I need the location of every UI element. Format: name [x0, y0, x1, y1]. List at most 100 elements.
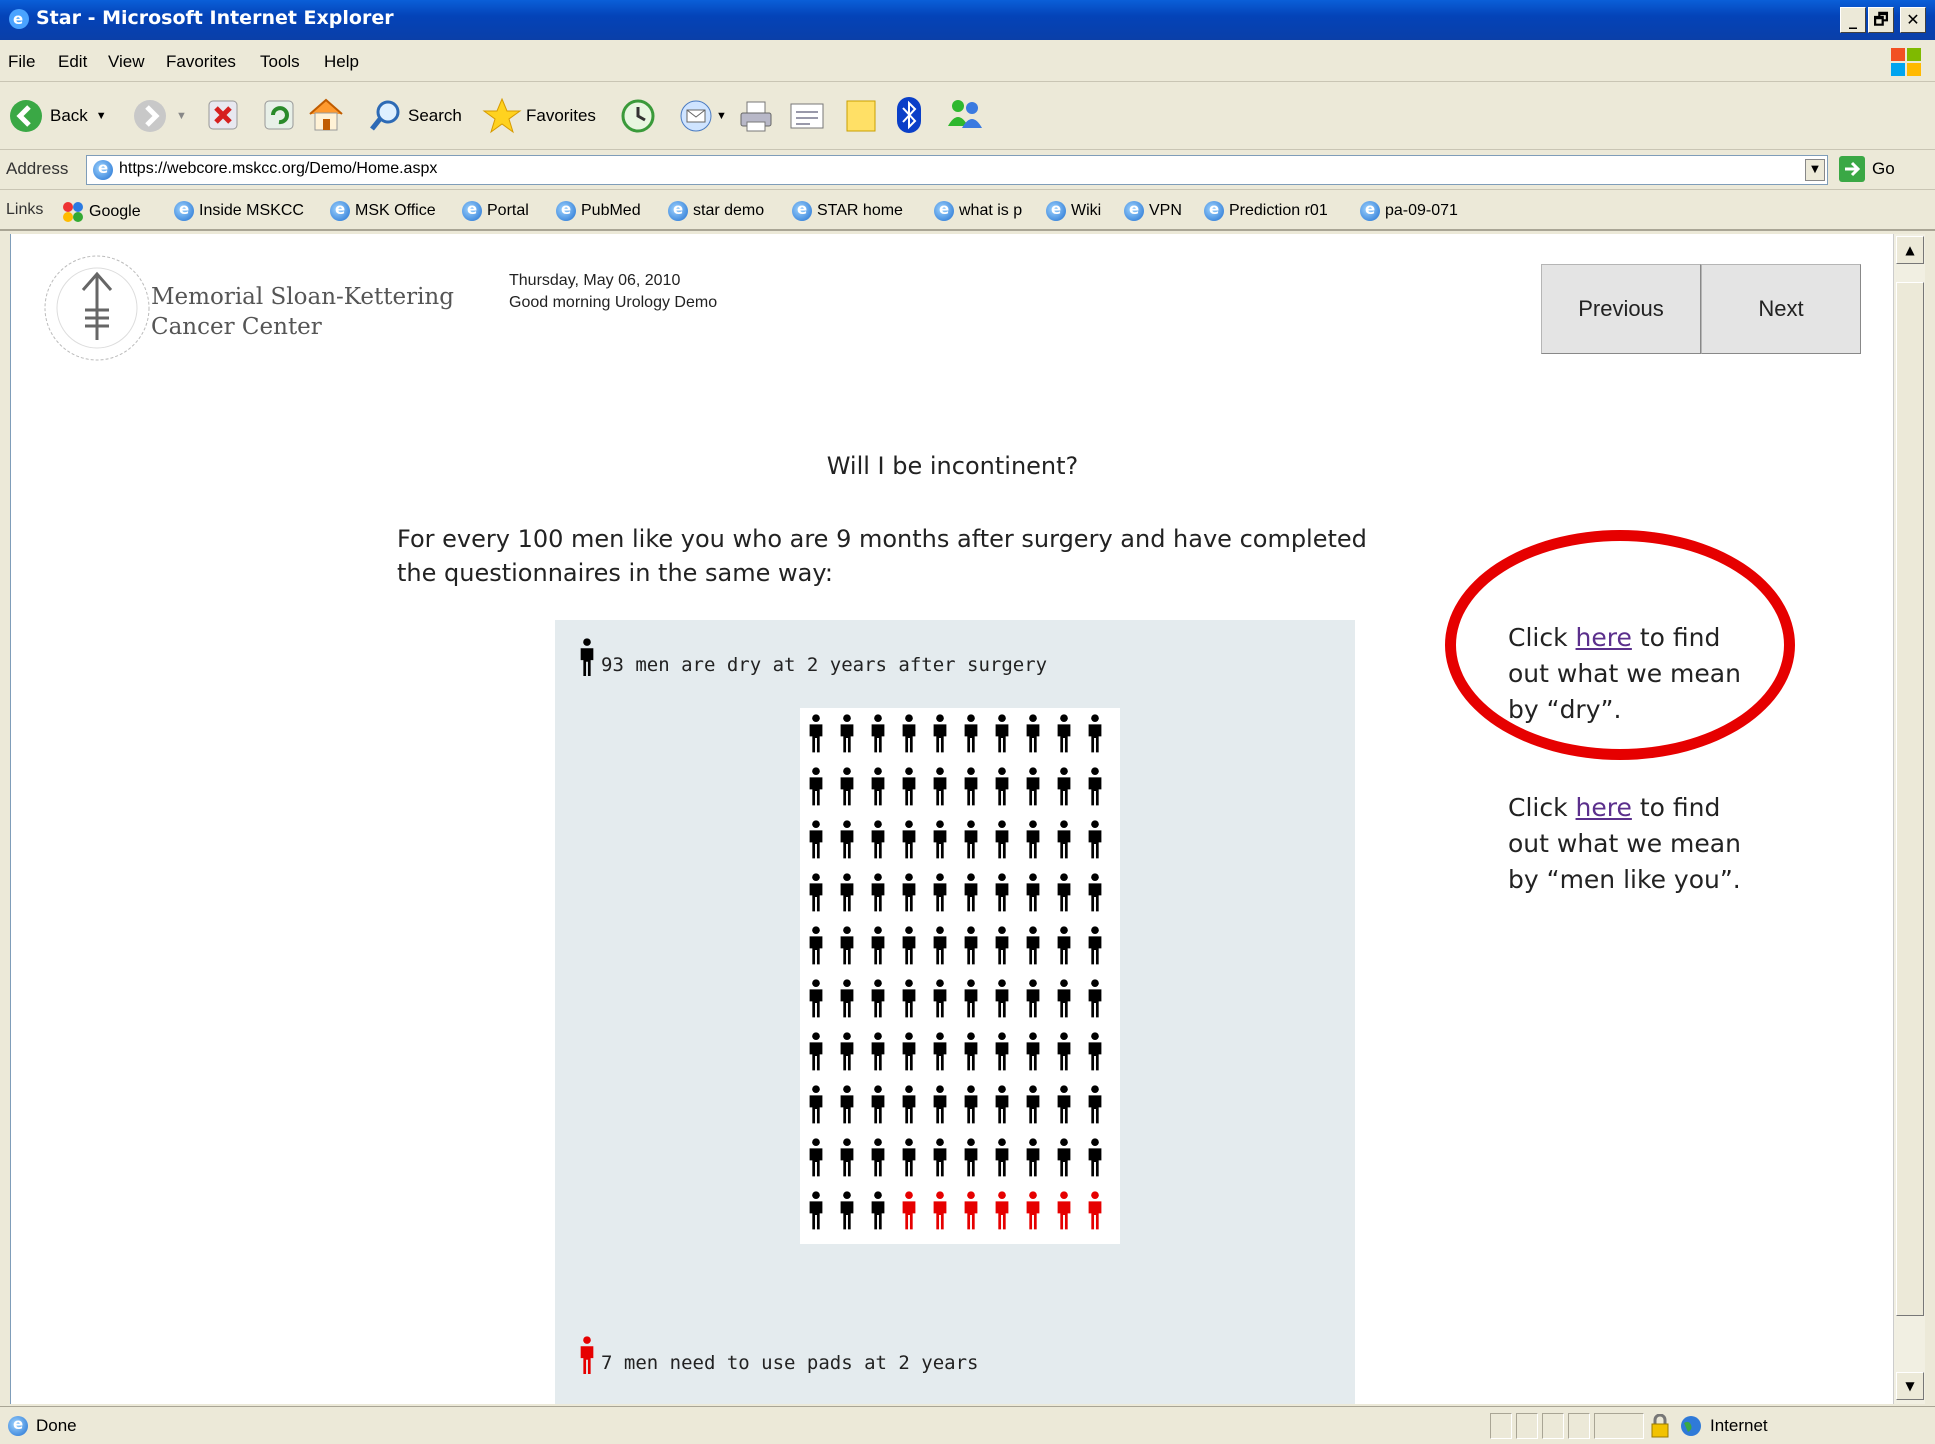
- back-dropdown-icon[interactable]: ▼: [96, 110, 107, 122]
- man-icon-dry: [1026, 714, 1040, 753]
- man-icon-dry: [1026, 873, 1040, 912]
- history-icon[interactable]: [620, 98, 656, 134]
- man-icon-dry: [1088, 979, 1102, 1018]
- mail-dropdown-icon[interactable]: ▼: [716, 110, 727, 122]
- link-wiki[interactable]: Wiki: [1046, 200, 1101, 221]
- link-inside-mskcc[interactable]: Inside MSKCC: [174, 200, 304, 221]
- man-icon-dry: [995, 1085, 1009, 1124]
- restore-button[interactable]: 🗗: [1868, 7, 1894, 33]
- link-pa-09-071[interactable]: pa-09-071: [1360, 200, 1458, 221]
- scroll-down-icon[interactable]: ▼: [1896, 1372, 1924, 1400]
- here-link-dry[interactable]: here: [1576, 623, 1632, 652]
- link-vpn[interactable]: VPN: [1124, 200, 1182, 221]
- man-icon-dry: [995, 873, 1009, 912]
- man-icon-dry: [1057, 767, 1071, 806]
- man-icon-dry: [933, 979, 947, 1018]
- scroll-up-icon[interactable]: ▲: [1896, 236, 1924, 264]
- scroll-thumb[interactable]: [1896, 282, 1924, 1316]
- man-icon-dry: [995, 714, 1009, 753]
- side-note-men-like-you: Click here to find out what we mean by “…: [1508, 790, 1758, 898]
- links-label: Links: [6, 201, 44, 218]
- close-button[interactable]: ✕: [1900, 7, 1926, 33]
- man-icon-dry: [1088, 926, 1102, 965]
- man-icon-dry: [964, 1032, 978, 1071]
- search-icon: [370, 100, 400, 131]
- man-icon-dry: [1026, 1032, 1040, 1071]
- mskcc-seal-icon: [44, 255, 150, 361]
- man-icon-dry: [840, 767, 854, 806]
- vertical-scrollbar[interactable]: ▲ ▼: [1893, 234, 1925, 1404]
- man-icon-dry: [1088, 1138, 1102, 1177]
- note-icon[interactable]: [844, 98, 878, 134]
- home-icon[interactable]: [306, 94, 346, 134]
- man-icon-dry: [871, 1138, 885, 1177]
- go-button[interactable]: Go: [1838, 155, 1895, 183]
- man-icon-dry: [964, 1085, 978, 1124]
- ie-page-icon: [1360, 200, 1380, 221]
- edit-icon[interactable]: [788, 98, 826, 134]
- link-prediction-r01[interactable]: Prediction r01: [1204, 200, 1328, 221]
- status-segment: [1490, 1413, 1512, 1439]
- messenger-icon[interactable]: [944, 96, 984, 134]
- link-star-home[interactable]: STAR home: [792, 200, 903, 221]
- link-google[interactable]: Google: [62, 201, 141, 223]
- menu-tools[interactable]: Tools: [260, 52, 300, 72]
- man-icon-dry: [933, 926, 947, 965]
- link-msk-office[interactable]: MSK Office: [330, 200, 436, 221]
- man-icon-dry: [840, 820, 854, 859]
- link-portal[interactable]: Portal: [462, 200, 529, 221]
- previous-button[interactable]: Previous: [1541, 264, 1701, 354]
- search-label: Search: [408, 106, 462, 125]
- link-label: STAR home: [817, 202, 903, 219]
- refresh-icon[interactable]: [262, 98, 296, 132]
- link-pubmed[interactable]: PubMed: [556, 200, 641, 221]
- link-star-demo[interactable]: star demo: [668, 200, 764, 221]
- mail-icon: [680, 100, 712, 132]
- ie-page-icon: [1124, 200, 1144, 221]
- forward-dropdown-icon[interactable]: ▼: [176, 110, 187, 122]
- print-icon[interactable]: [738, 98, 774, 134]
- man-icon-black: [580, 638, 594, 676]
- address-input[interactable]: https://webcore.mskcc.org/Demo/Home.aspx…: [86, 155, 1828, 185]
- favorites-button[interactable]: Favorites: [482, 96, 596, 136]
- man-icon-pads: [933, 1191, 947, 1230]
- bluetooth-icon[interactable]: [896, 96, 922, 134]
- menu-view[interactable]: View: [108, 52, 145, 72]
- man-icon-dry: [840, 873, 854, 912]
- greeting-block: Thursday, May 06, 2010 Good morning Urol…: [509, 270, 717, 314]
- next-button[interactable]: Next: [1701, 264, 1861, 354]
- man-icon-dry: [871, 873, 885, 912]
- icon-grid: [800, 708, 1120, 1244]
- search-button[interactable]: Search: [368, 98, 462, 134]
- star-icon: [482, 97, 522, 134]
- stop-icon[interactable]: [206, 98, 240, 132]
- man-icon-dry: [964, 714, 978, 753]
- here-link-men-like-you[interactable]: here: [1576, 793, 1632, 822]
- link-what-is-p[interactable]: what is p: [934, 200, 1022, 221]
- mail-button[interactable]: ▼: [678, 98, 727, 134]
- minimize-button[interactable]: _: [1840, 7, 1866, 33]
- man-icon-dry: [840, 1138, 854, 1177]
- man-icon-dry: [809, 1032, 823, 1071]
- windows-logo-icon: [1891, 48, 1921, 76]
- man-icon-dry: [902, 926, 916, 965]
- address-url: https://webcore.mskcc.org/Demo/Home.aspx: [119, 160, 438, 177]
- menu-help[interactable]: Help: [324, 52, 359, 72]
- man-icon-dry: [1026, 1138, 1040, 1177]
- status-bar: Done Internet: [0, 1406, 1935, 1444]
- forward-button[interactable]: ▼: [132, 98, 187, 134]
- ie-page-icon: [668, 200, 688, 221]
- man-icon-dry: [1057, 714, 1071, 753]
- menu-favorites[interactable]: Favorites: [166, 52, 236, 72]
- menu-edit[interactable]: Edit: [58, 52, 87, 72]
- man-icon-dry: [1057, 1138, 1071, 1177]
- back-button[interactable]: Back ▼: [8, 98, 107, 134]
- man-icon-dry: [871, 1032, 885, 1071]
- address-dropdown-icon[interactable]: ▼: [1805, 159, 1825, 181]
- man-icon-dry: [1088, 714, 1102, 753]
- date-text: Thursday, May 06, 2010: [509, 272, 681, 289]
- menu-file[interactable]: File: [8, 52, 35, 72]
- man-icon-dry: [902, 979, 916, 1018]
- man-icon-dry: [995, 820, 1009, 859]
- man-icon-dry: [809, 873, 823, 912]
